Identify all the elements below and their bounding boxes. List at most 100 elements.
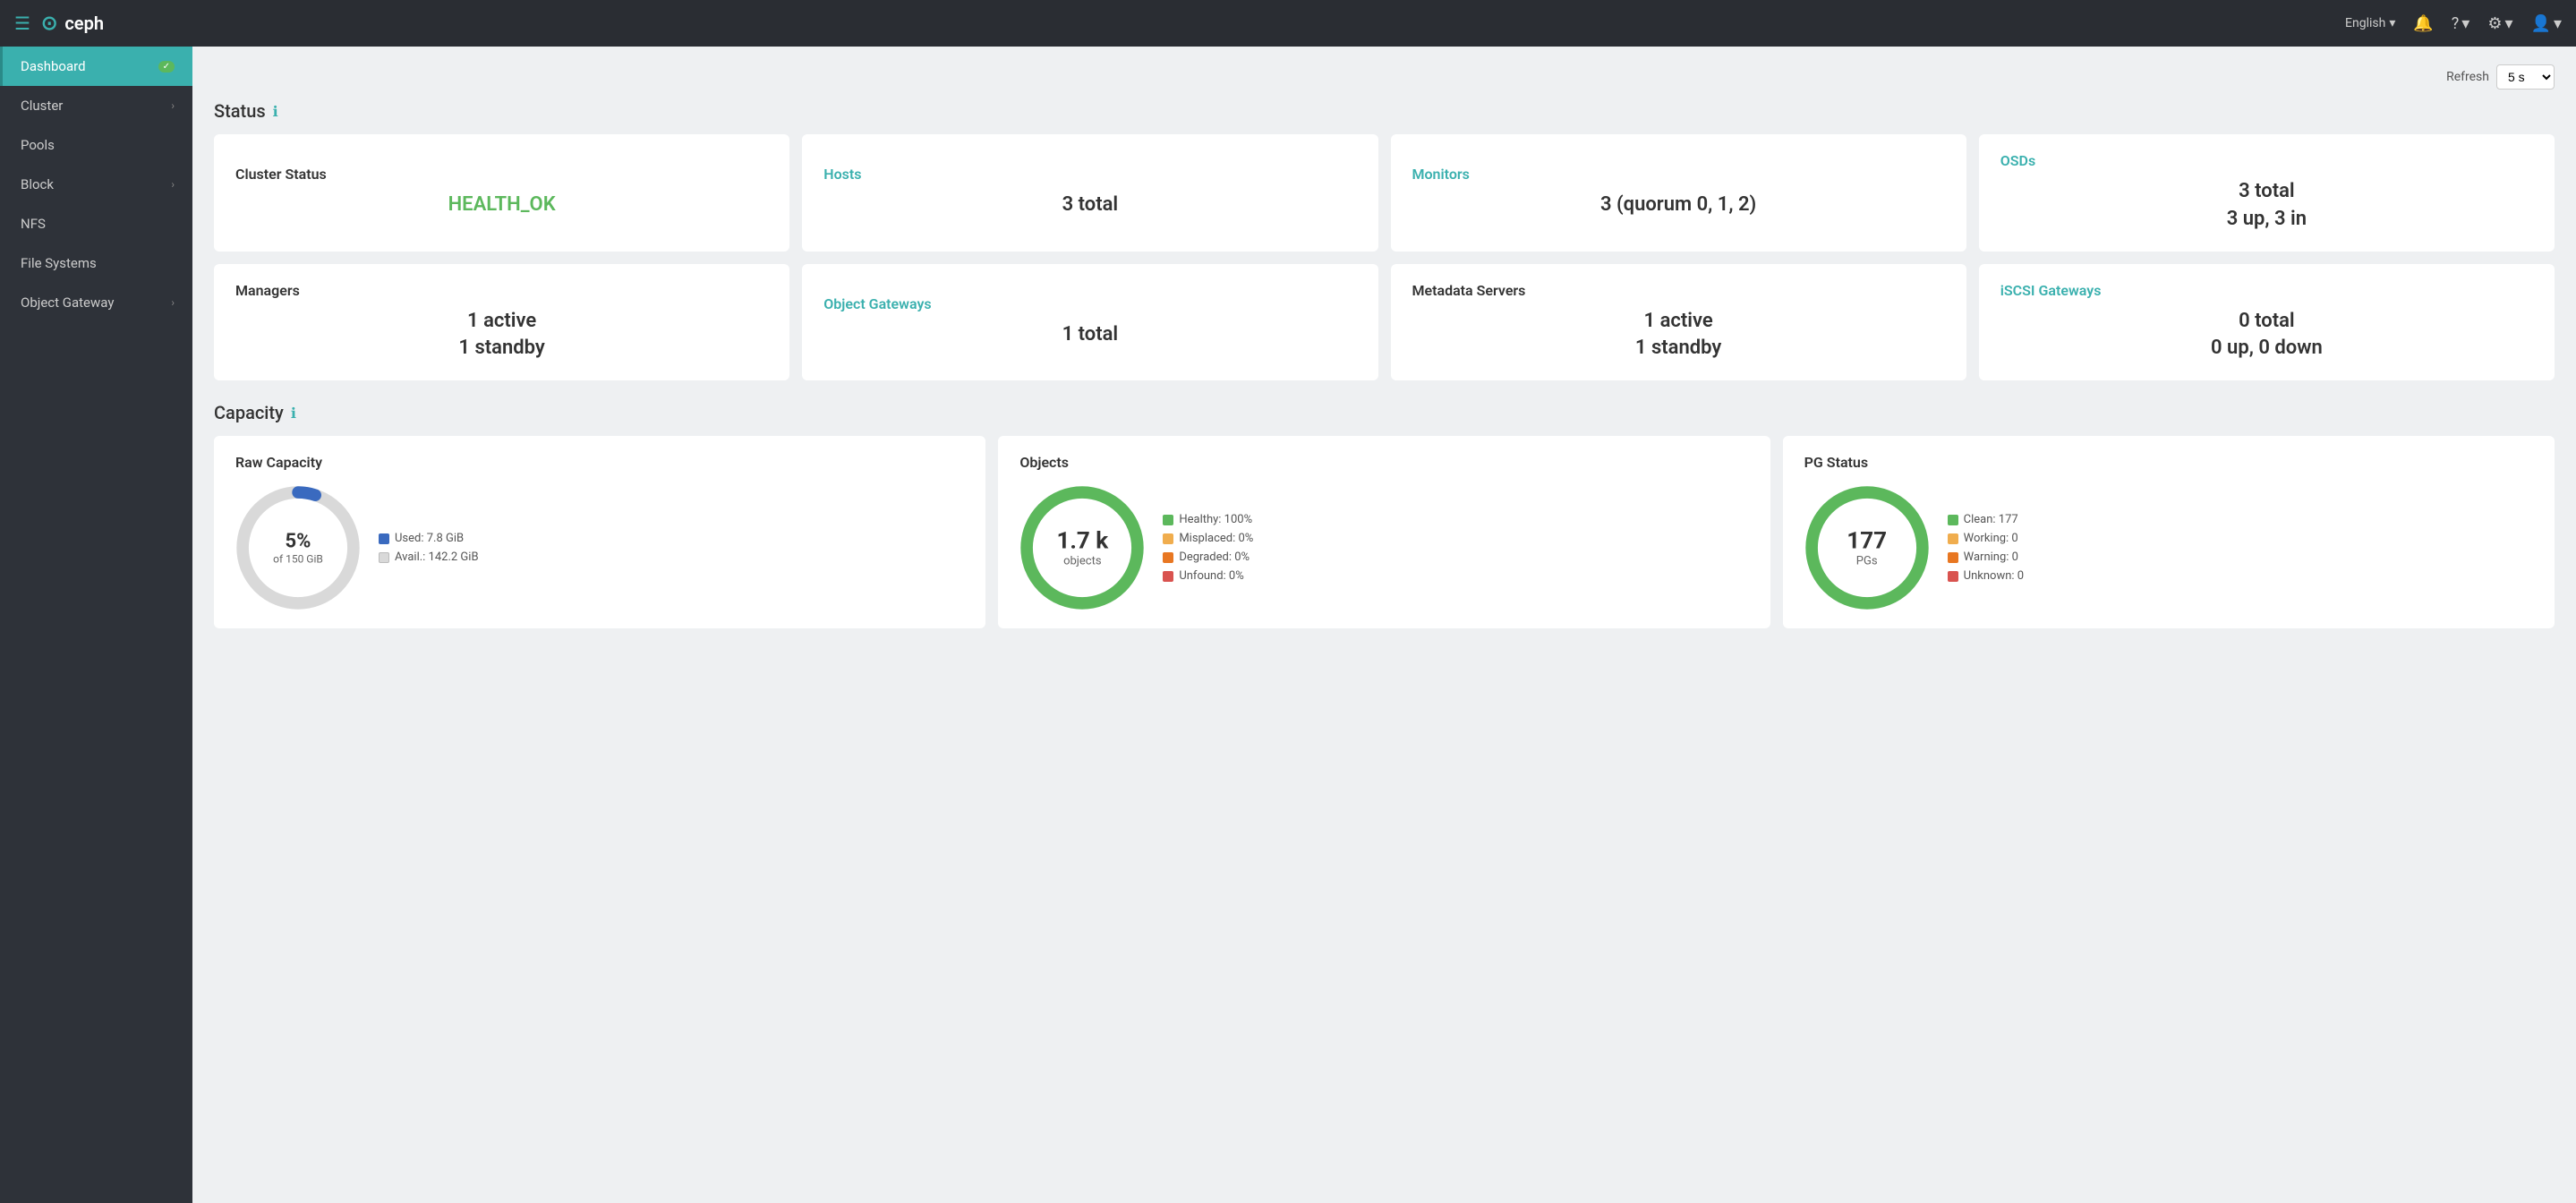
object-gateways-value: 1 total bbox=[823, 321, 1356, 349]
misplaced-dot bbox=[1163, 533, 1173, 544]
cluster-status-title: Cluster Status bbox=[235, 166, 768, 183]
sidebar-label-cluster: Cluster bbox=[21, 98, 63, 114]
topnav: ☰ ⊙ ceph English ▾ 🔔 ? ▾ ⚙ ▾ 👤 ▾ bbox=[0, 0, 2576, 47]
avail-dot bbox=[379, 552, 389, 563]
pg-count: 177 bbox=[1847, 528, 1887, 555]
monitors-card: Monitors 3 (quorum 0, 1, 2) bbox=[1391, 134, 1966, 252]
hamburger-icon[interactable]: ☰ bbox=[14, 13, 30, 34]
iscsi-gateways-title[interactable]: iSCSI Gateways bbox=[2000, 282, 2533, 299]
objects-unfound-label: Unfound: 0% bbox=[1179, 569, 1243, 583]
topnav-left: ☰ ⊙ ceph bbox=[14, 13, 104, 35]
sidebar-item-dashboard[interactable]: Dashboard ✓ bbox=[0, 47, 192, 86]
sidebar-label-nfs: NFS bbox=[21, 216, 46, 232]
raw-capacity-of: of 150 GiB bbox=[273, 553, 323, 566]
pg-warning-item: Warning: 0 bbox=[1948, 550, 2024, 564]
raw-capacity-card: Raw Capacity 5% of 150 GiB bbox=[214, 436, 985, 628]
sidebar-label-objectgateway: Object Gateway bbox=[21, 294, 114, 311]
objects-count: 1.7 k bbox=[1056, 528, 1108, 555]
objects-healthy-item: Healthy: 100% bbox=[1163, 513, 1253, 526]
topnav-right: English ▾ 🔔 ? ▾ ⚙ ▾ 👤 ▾ bbox=[2345, 14, 2562, 33]
osds-value: 3 total3 up, 3 in bbox=[2000, 178, 2533, 234]
main-layout: Dashboard ✓ Cluster › Pools Block › NFS … bbox=[0, 47, 2576, 1203]
hosts-card: Hosts 3 total bbox=[802, 134, 1378, 252]
logo: ⊙ ceph bbox=[41, 13, 104, 35]
pg-label: PGs bbox=[1847, 555, 1887, 568]
notifications-button[interactable]: 🔔 bbox=[2413, 14, 2433, 33]
refresh-label: Refresh bbox=[2446, 70, 2489, 84]
pg-warning-label: Warning: 0 bbox=[1964, 550, 2018, 564]
objects-misplaced-label: Misplaced: 0% bbox=[1179, 532, 1253, 545]
objects-unfound-item: Unfound: 0% bbox=[1163, 569, 1253, 583]
user-icon: 👤 bbox=[2531, 14, 2551, 33]
help-button[interactable]: ? ▾ bbox=[2452, 14, 2470, 33]
working-dot bbox=[1948, 533, 1958, 544]
metadata-servers-value: 1 active1 standby bbox=[1412, 308, 1945, 363]
hosts-title[interactable]: Hosts bbox=[823, 166, 1356, 183]
iscsi-gateways-value: 0 total0 up, 0 down bbox=[2000, 308, 2533, 363]
capacity-title-text: Capacity bbox=[214, 402, 284, 423]
pg-status-legend: Clean: 177 Working: 0 Warning: 0 Un bbox=[1948, 513, 2024, 583]
raw-capacity-used-item: Used: 7.8 GiB bbox=[379, 532, 479, 545]
lang-chevron: ▾ bbox=[2389, 16, 2395, 30]
sidebar-label-pools: Pools bbox=[21, 137, 55, 153]
sidebar-item-pools[interactable]: Pools bbox=[0, 125, 192, 165]
hosts-value: 3 total bbox=[823, 192, 1356, 219]
sidebar-item-objectgateway[interactable]: Object Gateway › bbox=[0, 283, 192, 322]
objects-label: objects bbox=[1056, 555, 1108, 568]
pg-working-label: Working: 0 bbox=[1964, 532, 2018, 545]
sidebar-item-nfs[interactable]: NFS bbox=[0, 204, 192, 243]
iscsi-gateways-card: iSCSI Gateways 0 total0 up, 0 down bbox=[1979, 264, 2555, 381]
objects-center: 1.7 k objects bbox=[1056, 528, 1108, 568]
cluster-chevron-icon: › bbox=[171, 99, 175, 112]
donut-center: 5% of 150 GiB bbox=[273, 531, 323, 566]
objects-legend: Healthy: 100% Misplaced: 0% Degraded: 0% bbox=[1163, 513, 1253, 583]
used-dot bbox=[379, 533, 389, 544]
healthy-dot bbox=[1163, 515, 1173, 525]
managers-title: Managers bbox=[235, 282, 768, 299]
sidebar-item-cluster[interactable]: Cluster › bbox=[0, 86, 192, 125]
language-selector[interactable]: English ▾ bbox=[2345, 16, 2395, 30]
metadata-servers-card: Metadata Servers 1 active1 standby bbox=[1391, 264, 1966, 381]
cluster-status-card: Cluster Status HEALTH_OK bbox=[214, 134, 789, 252]
osds-title[interactable]: OSDs bbox=[2000, 152, 2533, 169]
settings-button[interactable]: ⚙ ▾ bbox=[2487, 14, 2512, 33]
pg-status-donut: 177 PGs bbox=[1804, 485, 1930, 610]
main-content: Refresh 5 s 10 s 30 s 60 s Status ℹ Clus… bbox=[192, 47, 2576, 1203]
pg-status-card: PG Status 177 PGs Cle bbox=[1783, 436, 2555, 628]
user-button[interactable]: 👤 ▾ bbox=[2531, 14, 2562, 33]
sidebar-item-block[interactable]: Block › bbox=[0, 165, 192, 204]
objects-title: Objects bbox=[1019, 454, 1748, 471]
raw-capacity-donut-wrapper: 5% of 150 GiB Used: 7.8 GiB Avail.: 142.… bbox=[235, 485, 964, 610]
status-title-text: Status bbox=[214, 100, 266, 122]
objectgateway-chevron-icon: › bbox=[171, 296, 175, 309]
pg-unknown-item: Unknown: 0 bbox=[1948, 569, 2024, 583]
objects-donut: 1.7 k objects bbox=[1019, 485, 1145, 610]
status-info-icon: ℹ bbox=[273, 103, 278, 120]
pg-status-center: 177 PGs bbox=[1847, 528, 1887, 568]
pg-working-item: Working: 0 bbox=[1948, 532, 2024, 545]
pg-clean-item: Clean: 177 bbox=[1948, 513, 2024, 526]
help-icon: ? bbox=[2452, 14, 2460, 33]
raw-capacity-donut: 5% of 150 GiB bbox=[235, 485, 361, 610]
logo-text: ceph bbox=[64, 13, 104, 34]
monitors-title[interactable]: Monitors bbox=[1412, 166, 1945, 183]
capacity-section-title: Capacity ℹ bbox=[214, 402, 2555, 423]
monitors-value: 3 (quorum 0, 1, 2) bbox=[1412, 192, 1945, 219]
sidebar-label-filesystems: File Systems bbox=[21, 255, 97, 271]
help-chevron: ▾ bbox=[2461, 14, 2469, 33]
objects-healthy-label: Healthy: 100% bbox=[1179, 513, 1252, 526]
object-gateways-title[interactable]: Object Gateways bbox=[823, 295, 1356, 312]
sidebar-item-filesystems[interactable]: File Systems bbox=[0, 243, 192, 283]
pg-unknown-label: Unknown: 0 bbox=[1964, 569, 2024, 583]
refresh-bar: Refresh 5 s 10 s 30 s 60 s bbox=[214, 64, 2555, 90]
managers-card: Managers 1 active1 standby bbox=[214, 264, 789, 381]
raw-capacity-pct: 5% bbox=[273, 531, 323, 553]
block-chevron-icon: › bbox=[171, 178, 175, 191]
bell-icon: 🔔 bbox=[2413, 14, 2433, 33]
metadata-servers-title: Metadata Servers bbox=[1412, 282, 1945, 299]
refresh-select[interactable]: 5 s 10 s 30 s 60 s bbox=[2496, 64, 2555, 90]
gear-icon: ⚙ bbox=[2487, 14, 2502, 33]
raw-capacity-avail-item: Avail.: 142.2 GiB bbox=[379, 550, 479, 564]
unfound-dot bbox=[1163, 571, 1173, 582]
sidebar: Dashboard ✓ Cluster › Pools Block › NFS … bbox=[0, 47, 192, 1203]
